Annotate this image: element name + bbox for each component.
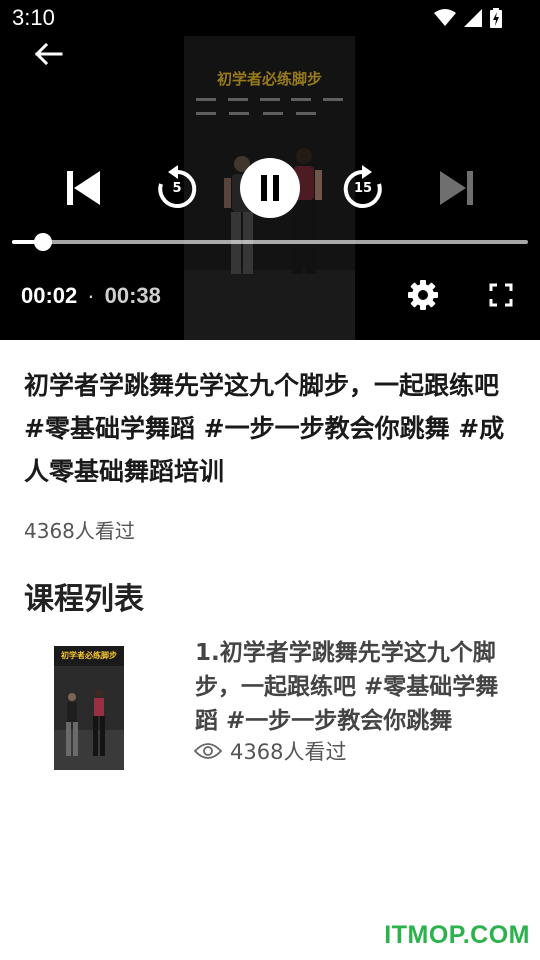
current-time: 00:02	[21, 283, 78, 308]
seek-bar[interactable]	[12, 233, 528, 251]
video-title: 初学者学跳舞先学这九个脚步，一起跟练吧 #零基础学舞蹈 #一步一步教会你跳舞 #…	[24, 371, 505, 486]
course-item-view-count: 4368人看过	[230, 740, 347, 764]
skip-next-icon	[440, 171, 473, 205]
thumbnail-dancer-right	[93, 689, 105, 756]
course-thumbnail: 初学者必练脚步	[54, 646, 124, 770]
course-thumbnail-caption: 初学者必练脚步	[61, 651, 117, 660]
time-separator: ·	[87, 283, 95, 308]
seek-bar-thumb[interactable]	[33, 233, 52, 251]
watermark: ITMOP.COM	[384, 921, 530, 949]
total-time: 00:38	[104, 283, 161, 308]
battery-charging-icon	[490, 8, 502, 28]
arrow-left-icon	[34, 42, 63, 66]
signal-icon	[464, 9, 482, 27]
status-bar: 3:10	[0, 0, 540, 36]
settings-button[interactable]	[404, 276, 442, 314]
eye-icon	[194, 743, 222, 759]
status-icons	[434, 8, 502, 28]
thumbnail-dancer-left	[66, 693, 78, 756]
skip-previous-icon	[67, 171, 100, 205]
time-display: 00:02 · 00:38	[21, 283, 161, 309]
rewind-seconds-label: 5	[172, 181, 182, 196]
video-player[interactable]: 初学者必练脚步 3:10 5 15 00:02 · 00:38	[0, 0, 540, 340]
back-button[interactable]	[30, 38, 66, 70]
course-item-title: 1.初学者学跳舞先学这九个脚步，一起跟练吧 #零基础学舞蹈 #一步一步教会你跳舞	[195, 640, 499, 734]
wifi-icon	[434, 9, 456, 26]
gear-icon	[408, 280, 438, 310]
forward-seconds-label: 15	[353, 181, 373, 196]
status-time: 3:10	[12, 5, 55, 30]
previous-button[interactable]	[58, 166, 106, 210]
fullscreen-button[interactable]	[486, 280, 516, 310]
fullscreen-icon	[489, 283, 513, 307]
course-list-heading: 课程列表	[24, 582, 144, 617]
course-list-item[interactable]: 初学者必练脚步 1.初学者学跳舞先学这九个脚步，一起跟练吧 #零基础学舞蹈 #一…	[0, 632, 540, 782]
video-view-count: 4368人看过	[24, 519, 135, 543]
pause-icon	[261, 175, 279, 201]
course-item-views: 4368人看过	[194, 736, 347, 766]
rewind-5-button[interactable]: 5	[152, 162, 202, 214]
next-button[interactable]	[434, 166, 482, 210]
pause-button[interactable]	[240, 158, 300, 218]
forward-15-button[interactable]: 15	[338, 162, 388, 214]
